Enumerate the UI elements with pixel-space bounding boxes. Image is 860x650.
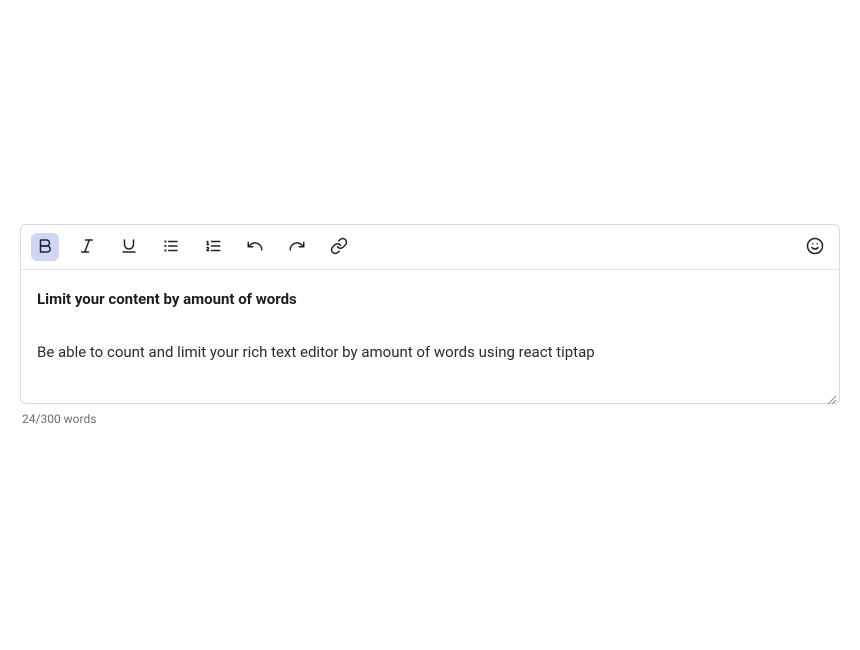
emoji-button[interactable]: [801, 233, 829, 261]
smile-icon: [806, 237, 824, 258]
bullet-list-icon: [162, 237, 180, 258]
word-count-limit: 300: [40, 412, 60, 426]
redo-button[interactable]: [283, 233, 311, 261]
undo-icon: [246, 237, 264, 258]
undo-button[interactable]: [241, 233, 269, 261]
content-body: Be able to count and limit your rich tex…: [37, 341, 823, 364]
bold-icon: [36, 237, 54, 258]
resize-icon: [825, 393, 837, 405]
underline-icon: [120, 237, 138, 258]
word-count-indicator: 24/300 words: [20, 412, 840, 426]
bullet-list-button[interactable]: [157, 233, 185, 261]
italic-button[interactable]: [73, 233, 101, 261]
link-icon: [330, 237, 348, 258]
editor-toolbar: [21, 225, 839, 270]
underline-button[interactable]: [115, 233, 143, 261]
bold-button[interactable]: [31, 233, 59, 261]
link-button[interactable]: [325, 233, 353, 261]
italic-icon: [78, 237, 96, 258]
editor-wrapper: Limit your content by amount of words Be…: [20, 224, 840, 404]
word-count-current: 24: [22, 412, 36, 426]
ordered-list-button[interactable]: [199, 233, 227, 261]
editor-content[interactable]: Limit your content by amount of words Be…: [21, 270, 839, 403]
content-heading: Limit your content by amount of words: [37, 288, 823, 311]
resize-handle[interactable]: [825, 389, 837, 401]
word-count-unit: words: [61, 412, 97, 426]
redo-icon: [288, 237, 306, 258]
ordered-list-icon: [204, 237, 222, 258]
